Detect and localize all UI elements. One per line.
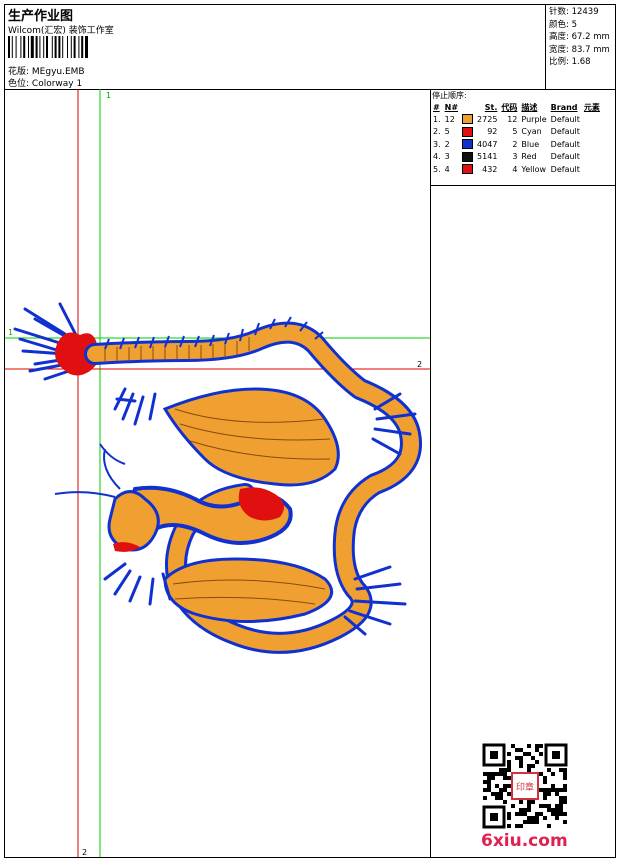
col-needle: N# [444, 102, 459, 112]
row-code: 3 [512, 152, 518, 162]
stats-panel: 针数: 12439 颜色: 5 高度: 67.2 mm 宽度: 83.7 mm … [549, 6, 610, 69]
row-description: Red [521, 152, 537, 162]
row-element [582, 113, 602, 126]
colorway-label: 色位: [8, 79, 30, 89]
stat-colors: 颜色: 5 [549, 19, 577, 30]
guide-label-green-v: 1 [106, 91, 111, 100]
row-description: Yellow [521, 164, 547, 174]
guide-label-red-v: 2 [82, 848, 87, 857]
row-description: Purple [521, 114, 547, 124]
header: 生产作业图 Wilcom(汇宏) 装饰工作室 花版: MEgyu.EMB 色位:… [5, 5, 615, 90]
row-needle: 3 [444, 152, 450, 162]
row-swatch [460, 113, 475, 126]
col-index: # [433, 102, 440, 112]
colorway-value: Colorway 1 [31, 79, 83, 89]
row-brand: Default [550, 164, 580, 174]
stop-sequence-table: # N# St. 代码 描述 Brand 元素 1. 12 2725 12 Purple… [431, 101, 602, 176]
qr-code: 印章 [482, 743, 568, 829]
row-brand: Default [550, 127, 580, 137]
row-brand: Default [550, 152, 580, 162]
row-index: 5. [433, 164, 441, 174]
colorway-line: 色位: Colorway 1 [8, 76, 82, 89]
stop-sequence-panel: 停止顺序: # N# St. 代码 描述 Brand 元素 1. 12 2725 12… [430, 89, 615, 186]
table-row: 1. 12 2725 12 Purple Default [431, 113, 602, 126]
row-stitches: 2725 [477, 114, 498, 124]
stat-stitches: 针数: 12439 [549, 7, 599, 17]
row-brand: Default [550, 114, 580, 124]
color-swatch [462, 114, 474, 125]
stat-scale: 比例: 1.68 [549, 57, 591, 67]
row-swatch [460, 151, 475, 164]
site-logo: 6xiu.com [481, 831, 568, 851]
table-header-row: # N# St. 代码 描述 Brand 元素 [431, 101, 602, 113]
col-swatch [460, 101, 475, 113]
row-element [582, 126, 602, 139]
row-needle: 4 [444, 164, 450, 174]
row-index: 3. [433, 139, 441, 149]
row-needle: 12 [444, 114, 455, 124]
row-code: 4 [512, 164, 518, 174]
row-element [582, 151, 602, 164]
row-brand: Default [550, 139, 580, 149]
row-needle: 2 [444, 139, 450, 149]
row-swatch [460, 163, 475, 176]
col-element: 元素 [583, 102, 600, 112]
col-description: 描述 [521, 102, 538, 112]
table-row: 3. 2 4047 2 Blue Default [431, 138, 602, 151]
row-element [582, 163, 602, 176]
row-stitches: 5141 [477, 152, 498, 162]
color-swatch [462, 164, 474, 175]
stat-height: 高度: 67.2 mm [549, 32, 610, 42]
guide-label-red-h: 2 [417, 360, 422, 369]
color-swatch [462, 139, 474, 150]
row-swatch [460, 126, 475, 139]
embroidery-preview: 1 1 2 2 [5, 89, 430, 857]
row-stitches: 4047 [477, 139, 498, 149]
row-swatch [460, 138, 475, 151]
table-row: 2. 5 92 5 Cyan Default [431, 126, 602, 139]
row-description: Blue [521, 139, 540, 149]
col-brand: Brand [550, 102, 578, 112]
row-code: 5 [512, 127, 518, 137]
guide-label-green-h: 1 [8, 328, 13, 337]
color-swatch [462, 126, 474, 137]
color-swatch [462, 151, 474, 162]
page-title: 生产作业图 [8, 9, 74, 24]
row-description: Cyan [521, 127, 542, 137]
row-code: 12 [507, 114, 518, 124]
row-index: 4. [433, 152, 441, 162]
header-info: 生产作业图 Wilcom(汇宏) 装饰工作室 花版: MEgyu.EMB 色位:… [5, 5, 546, 89]
row-index: 1. [433, 114, 441, 124]
row-stitches: 432 [482, 164, 498, 174]
dragon-embroidery [13, 302, 422, 654]
seal-text: 印章 [516, 781, 534, 793]
col-stitches: St. [484, 102, 498, 112]
barcode [8, 36, 88, 58]
row-stitches: 92 [487, 127, 498, 137]
row-index: 2. [433, 127, 441, 137]
row-element [582, 138, 602, 151]
row-code: 2 [512, 139, 518, 149]
table-row: 5. 4 432 4 Yellow Default [431, 163, 602, 176]
studio-name: Wilcom(汇宏) 装饰工作室 [8, 26, 114, 36]
col-code: 代码 [501, 102, 518, 112]
design-canvas: 1 1 2 2 [5, 89, 431, 857]
table-row: 4. 3 5141 3 Red Default [431, 151, 602, 164]
production-sheet: 生产作业图 Wilcom(汇宏) 装饰工作室 花版: MEgyu.EMB 色位:… [4, 4, 616, 858]
stat-width: 宽度: 83.7 mm [549, 44, 610, 55]
row-needle: 5 [444, 127, 450, 137]
stop-sequence-title: 停止顺序: [432, 91, 467, 100]
